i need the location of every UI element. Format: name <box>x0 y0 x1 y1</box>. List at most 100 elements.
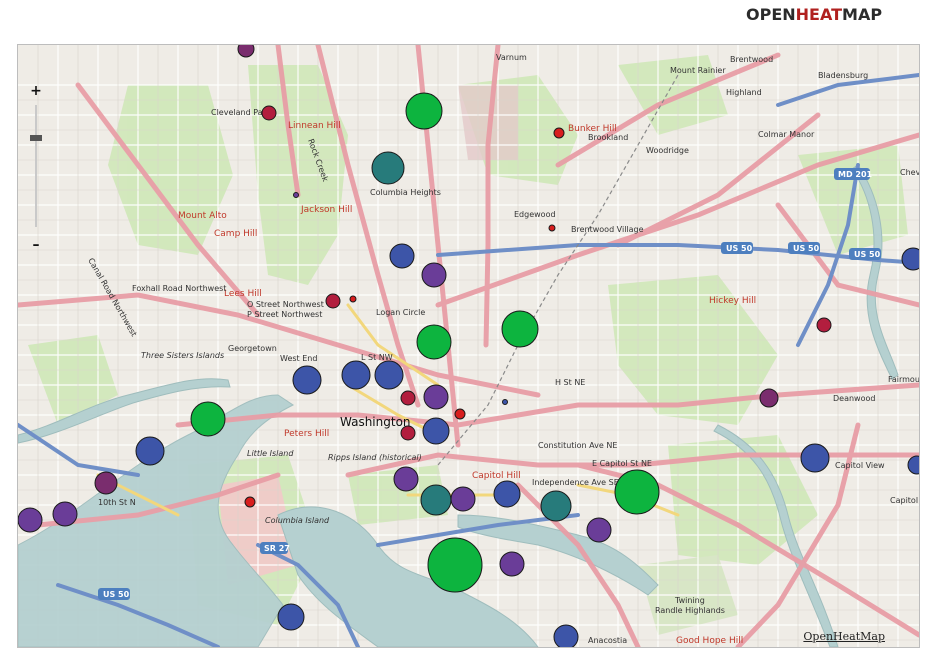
marker[interactable] <box>759 388 779 408</box>
shield-us50-d: US 50 <box>98 588 130 600</box>
label-e-capitol: E Capitol St NE <box>592 459 652 468</box>
label-brookland: Brookland <box>588 133 628 142</box>
logo-map: MAP <box>842 5 883 24</box>
marker[interactable] <box>548 224 556 232</box>
label-capitol-hill: Capitol Hill <box>472 471 521 481</box>
label-independence-ave: Independence Ave SE <box>532 478 619 487</box>
label-mount-rainier: Mount Rainier <box>670 66 726 75</box>
label-linnean-hill: Linnean Hill <box>288 121 341 131</box>
zoom-in-button[interactable]: + <box>26 83 46 99</box>
marker[interactable] <box>493 480 521 508</box>
label-brentwood-village: Brentwood Village <box>571 225 644 234</box>
marker[interactable] <box>190 401 226 437</box>
label-randle-highlands: Randle Highlands <box>655 606 725 615</box>
marker[interactable] <box>427 537 483 593</box>
marker[interactable] <box>553 127 565 139</box>
marker[interactable] <box>293 192 299 198</box>
marker[interactable] <box>389 243 415 269</box>
marker[interactable] <box>800 443 830 473</box>
zoom-out-button[interactable]: – <box>26 237 46 253</box>
marker[interactable] <box>277 603 305 631</box>
label-georgetown: Georgetown <box>228 344 277 353</box>
label-edgewood: Edgewood <box>514 210 556 219</box>
label-chev: Chev <box>900 168 919 177</box>
marker[interactable] <box>261 105 277 121</box>
zoom-slider-handle[interactable] <box>30 135 42 141</box>
label-brentwood: Brentwood <box>730 55 773 64</box>
label-columbia-island: Columbia Island <box>265 516 330 525</box>
label-p-street: P Street Northwest <box>247 310 322 319</box>
svg-text:US 50: US 50 <box>103 590 130 599</box>
marker[interactable] <box>501 310 539 348</box>
map-canvas[interactable]: Varnum Mount Rainier Brentwood Highland … <box>18 45 919 647</box>
marker[interactable] <box>901 247 919 271</box>
marker[interactable] <box>416 324 452 360</box>
zoom-slider-track[interactable] <box>35 105 37 227</box>
marker[interactable] <box>374 360 404 390</box>
label-varnum: Varnum <box>496 53 527 62</box>
label-lees-hill: Lees Hill <box>224 289 262 299</box>
marker[interactable] <box>237 45 255 58</box>
marker[interactable] <box>325 293 341 309</box>
marker[interactable] <box>450 486 476 512</box>
label-h-st: H St NE <box>555 378 585 387</box>
marker[interactable] <box>94 471 118 495</box>
marker[interactable] <box>614 469 660 515</box>
svg-text:MD 201: MD 201 <box>838 170 873 179</box>
label-foxhall-road: Foxhall Road Northwest <box>132 284 226 293</box>
label-logan-circle: Logan Circle <box>376 308 425 317</box>
svg-text:US 50: US 50 <box>726 244 753 253</box>
map-viewport[interactable]: Varnum Mount Rainier Brentwood Highland … <box>17 44 920 648</box>
marker[interactable] <box>421 262 447 288</box>
marker[interactable] <box>400 390 416 406</box>
marker[interactable] <box>371 151 405 185</box>
marker[interactable] <box>405 92 443 130</box>
label-little-island: Little Island <box>247 449 294 458</box>
marker[interactable] <box>244 496 256 508</box>
label-twining: Twining <box>674 596 705 605</box>
marker[interactable] <box>18 507 43 533</box>
marker[interactable] <box>540 490 572 522</box>
marker[interactable] <box>292 365 322 395</box>
label-good-hope-hill: Good Hope Hill <box>676 636 743 646</box>
svg-text:SR 27: SR 27 <box>264 544 290 553</box>
shield-sr27: SR 27 <box>260 542 290 554</box>
marker[interactable] <box>499 551 525 577</box>
svg-text:US 50: US 50 <box>854 250 881 259</box>
label-ripps-island: Ripps Island (historical) <box>328 453 422 462</box>
marker[interactable] <box>423 384 449 410</box>
marker[interactable] <box>52 501 78 527</box>
svg-text:US 50: US 50 <box>793 244 820 253</box>
marker[interactable] <box>422 417 450 445</box>
marker[interactable] <box>349 295 357 303</box>
label-highland: Highland <box>726 88 762 97</box>
label-capitol-heights: Capitol Heights <box>890 496 919 505</box>
label-capitol-view: Capitol View <box>835 461 885 470</box>
marker[interactable] <box>816 317 832 333</box>
label-mount-alto: Mount Alto <box>178 211 227 221</box>
label-10th-st: 10th St N <box>98 498 136 507</box>
label-jackson-hill: Jackson Hill <box>300 205 352 215</box>
openheatmap-logo[interactable]: OPENHEATMAP <box>746 5 882 24</box>
marker[interactable] <box>135 436 165 466</box>
zoom-control[interactable]: + – <box>26 83 46 253</box>
label-deanwood: Deanwood <box>833 394 875 403</box>
marker[interactable] <box>341 360 371 390</box>
label-bladensburg: Bladensburg <box>818 71 868 80</box>
label-o-street: O Street Northwest <box>247 300 324 309</box>
marker[interactable] <box>454 408 466 420</box>
attribution-link[interactable]: OpenHeatMap <box>803 630 885 643</box>
label-constitution-ave: Constitution Ave NE <box>538 441 617 450</box>
logo-heat: HEAT <box>795 5 843 24</box>
marker[interactable] <box>586 517 612 543</box>
marker[interactable] <box>553 624 579 647</box>
marker[interactable] <box>400 425 416 441</box>
label-washington: Washington <box>340 415 411 429</box>
shield-us50-a: US 50 <box>721 242 753 254</box>
marker[interactable] <box>420 484 452 516</box>
label-peters-hill: Peters Hill <box>284 429 329 439</box>
logo-open: OPEN <box>746 5 796 24</box>
marker[interactable] <box>393 466 419 492</box>
label-hickey-hill: Hickey Hill <box>709 296 756 306</box>
marker[interactable] <box>502 399 508 405</box>
